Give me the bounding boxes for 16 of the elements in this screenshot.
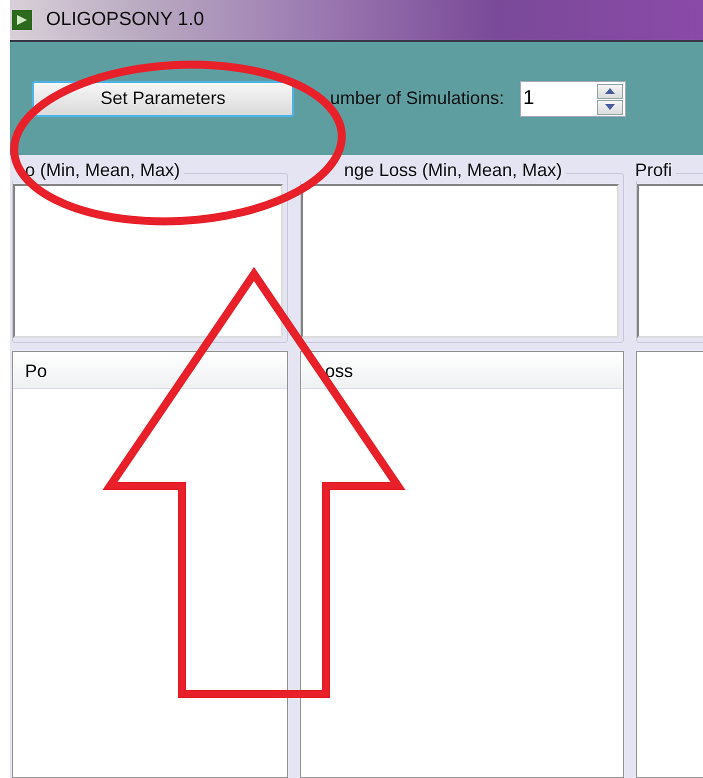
down-triangle-icon	[605, 104, 616, 110]
results-list-view[interactable]: oss	[300, 351, 624, 778]
app-icon	[12, 10, 32, 30]
spin-down-button[interactable]	[597, 100, 624, 114]
column-header[interactable]: Po	[25, 352, 48, 390]
group-label: nge Loss (Min, Mean, Max)	[344, 160, 562, 181]
spin-up-button[interactable]	[597, 84, 624, 98]
simulations-label: umber of Simulations:	[330, 88, 504, 109]
summary-list-box[interactable]	[637, 184, 703, 338]
column-header[interactable]: oss	[325, 352, 354, 390]
set-parameters-button[interactable]: Set Parameters	[32, 80, 294, 116]
summary-list-box[interactable]	[13, 184, 283, 338]
group-label: Profi	[635, 160, 672, 181]
window-title: OLIGOPSONY 1.0	[46, 9, 204, 31]
up-triangle-icon	[605, 88, 616, 94]
results-list-view[interactable]: Po	[12, 351, 288, 778]
